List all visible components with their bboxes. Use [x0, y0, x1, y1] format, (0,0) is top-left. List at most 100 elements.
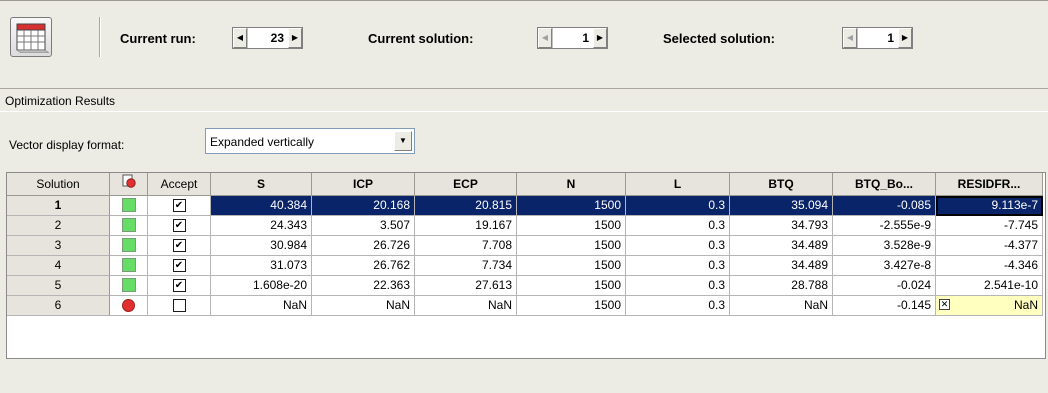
column-header-btq-bo[interactable]: BTQ_Bo...	[833, 173, 936, 196]
value-icp[interactable]: 26.762	[312, 256, 415, 276]
value-s[interactable]: 1.608e-20	[211, 276, 312, 296]
value-ecp[interactable]: 7.734	[415, 256, 517, 276]
value-l[interactable]: 0.3	[626, 236, 730, 256]
table-row[interactable]: 4 ✔ 31.073 26.762 7.734 1500 0.3 34.489 …	[7, 256, 1043, 276]
value-residfr[interactable]: ✕ NaN	[936, 296, 1043, 316]
table-row[interactable]: 1 ✔ 40.384 20.168 20.815 1500 0.3 35.094…	[7, 196, 1043, 216]
value-ecp[interactable]: 7.708	[415, 236, 517, 256]
accept-checkbox[interactable]: ✔	[172, 239, 186, 252]
arrow-left-icon[interactable]: ◀	[538, 28, 552, 48]
arrow-right-icon[interactable]: ▶	[898, 28, 912, 48]
value-l[interactable]: 0.3	[626, 256, 730, 276]
value-icp[interactable]: 26.726	[312, 236, 415, 256]
column-header-status[interactable]	[110, 173, 148, 196]
value-btq-bo[interactable]: 3.427e-8	[833, 256, 936, 276]
current-solution-value[interactable]: 1	[552, 28, 593, 48]
value-s[interactable]: 40.384	[211, 196, 312, 216]
accept-cell[interactable]: ✔	[148, 256, 211, 276]
accept-checkbox[interactable]: ✔	[172, 279, 186, 292]
column-header-ecp[interactable]: ECP	[415, 173, 517, 196]
value-btq[interactable]: 34.489	[730, 236, 833, 256]
value-ecp[interactable]: 20.815	[415, 196, 517, 216]
table-row[interactable]: 3 ✔ 30.984 26.726 7.708 1500 0.3 34.489 …	[7, 236, 1043, 256]
value-l[interactable]: 0.3	[626, 296, 730, 316]
value-residfr[interactable]: 9.113e-7	[936, 196, 1043, 216]
value-btq[interactable]: NaN	[730, 296, 833, 316]
accept-cell[interactable]: ✔	[148, 216, 211, 236]
table-row[interactable]: 6 NaN NaN NaN 1500 0.3 NaN -0.145 ✕ NaN	[7, 296, 1043, 316]
accept-checkbox[interactable]: ✔	[172, 219, 186, 232]
current-run-value[interactable]: 23	[247, 28, 288, 48]
column-header-s[interactable]: S	[211, 173, 312, 196]
value-s[interactable]: 30.984	[211, 236, 312, 256]
value-btq[interactable]: 28.788	[730, 276, 833, 296]
arrow-right-icon[interactable]: ▶	[593, 28, 607, 48]
value-s[interactable]: NaN	[211, 296, 312, 316]
value-l[interactable]: 0.3	[626, 276, 730, 296]
value-ecp[interactable]: NaN	[415, 296, 517, 316]
value-s[interactable]: 31.073	[211, 256, 312, 276]
chevron-down-icon[interactable]: ▼	[394, 131, 412, 151]
value-residfr[interactable]: -4.377	[936, 236, 1043, 256]
arrow-right-icon[interactable]: ▶	[288, 28, 302, 48]
selected-solution-spinner[interactable]: ◀ 1 ▶	[842, 27, 913, 49]
arrow-left-icon[interactable]: ◀	[233, 28, 247, 48]
column-header-residfr[interactable]: RESIDFR...	[936, 173, 1043, 196]
solution-number[interactable]: 5	[7, 276, 110, 296]
value-btq-bo[interactable]: -0.085	[833, 196, 936, 216]
value-icp[interactable]: NaN	[312, 296, 415, 316]
solution-number[interactable]: 6	[7, 296, 110, 316]
solution-number[interactable]: 3	[7, 236, 110, 256]
selected-solution-value[interactable]: 1	[857, 28, 898, 48]
accept-checkbox[interactable]	[172, 299, 186, 312]
value-n[interactable]: 1500	[517, 256, 626, 276]
value-btq-bo[interactable]: 3.528e-9	[833, 236, 936, 256]
vector-format-select[interactable]: Expanded vertically ▼	[205, 128, 415, 154]
column-header-n[interactable]: N	[517, 173, 626, 196]
solution-number[interactable]: 1	[7, 196, 110, 216]
value-btq-bo[interactable]: -0.024	[833, 276, 936, 296]
value-btq[interactable]: 34.489	[730, 256, 833, 276]
accept-cell[interactable]: ✔	[148, 276, 211, 296]
value-l[interactable]: 0.3	[626, 216, 730, 236]
column-header-l[interactable]: L	[626, 173, 730, 196]
value-btq[interactable]: 35.094	[730, 196, 833, 216]
value-residfr[interactable]: -7.745	[936, 216, 1043, 236]
value-residfr[interactable]: -4.346	[936, 256, 1043, 276]
accept-checkbox[interactable]: ✔	[172, 259, 186, 272]
current-solution-spinner[interactable]: ◀ 1 ▶	[537, 27, 608, 49]
accept-cell[interactable]: ✔	[148, 236, 211, 256]
accept-cell[interactable]	[148, 296, 211, 316]
value-ecp[interactable]: 19.167	[415, 216, 517, 236]
column-header-solution[interactable]: Solution	[7, 173, 110, 196]
value-l[interactable]: 0.3	[626, 196, 730, 216]
value-btq-bo[interactable]: -0.145	[833, 296, 936, 316]
column-header-accept[interactable]: Accept	[148, 173, 211, 196]
column-header-btq[interactable]: BTQ	[730, 173, 833, 196]
column-header-icp[interactable]: ICP	[312, 173, 415, 196]
value-s[interactable]: 24.343	[211, 216, 312, 236]
value-btq[interactable]: 34.793	[730, 216, 833, 236]
arrow-left-icon[interactable]: ◀	[843, 28, 857, 48]
value-n[interactable]: 1500	[517, 196, 626, 216]
value-icp[interactable]: 3.507	[312, 216, 415, 236]
value-n[interactable]: 1500	[517, 296, 626, 316]
table-view-icon[interactable]	[10, 17, 52, 57]
value-ecp[interactable]: 27.613	[415, 276, 517, 296]
status-cell	[110, 296, 148, 316]
value-residfr[interactable]: 2.541e-10	[936, 276, 1043, 296]
current-run-spinner[interactable]: ◀ 23 ▶	[232, 27, 303, 49]
table-row[interactable]: 2 ✔ 24.343 3.507 19.167 1500 0.3 34.793 …	[7, 216, 1043, 236]
table-row[interactable]: 5 ✔ 1.608e-20 22.363 27.613 1500 0.3 28.…	[7, 276, 1043, 296]
value-n[interactable]: 1500	[517, 276, 626, 296]
accept-checkbox[interactable]: ✔	[172, 199, 186, 212]
value-icp[interactable]: 22.363	[312, 276, 415, 296]
solution-number[interactable]: 2	[7, 216, 110, 236]
vector-format-value[interactable]: Expanded vertically	[210, 135, 314, 149]
value-n[interactable]: 1500	[517, 236, 626, 256]
value-icp[interactable]: 20.168	[312, 196, 415, 216]
accept-cell[interactable]: ✔	[148, 196, 211, 216]
value-n[interactable]: 1500	[517, 216, 626, 236]
solution-number[interactable]: 4	[7, 256, 110, 276]
value-btq-bo[interactable]: -2.555e-9	[833, 216, 936, 236]
